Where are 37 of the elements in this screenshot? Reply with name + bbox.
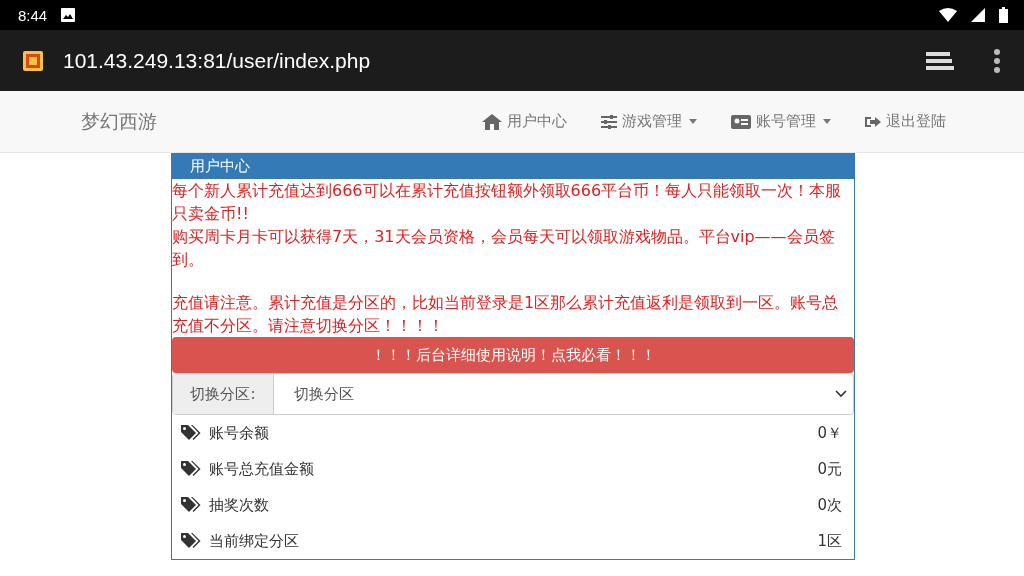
nav-label: 账号管理 [756, 112, 816, 131]
wifi-icon [939, 8, 957, 22]
notice-text: 购买周卡月卡可以获得7天，31天会员资格，会员每天可以领取游戏物品。平台vip——会员签到。 [172, 226, 836, 271]
brand[interactable]: 梦幻西游 [81, 108, 157, 135]
tags-icon [181, 497, 201, 513]
image-icon [61, 8, 76, 22]
stat-label: 抽奖次数 [209, 495, 269, 515]
notice-text: 每个新人累计充值达到666可以在累计充值按钮额外领取666平台币！每人只能领取一次！本服只卖金币!! [172, 180, 843, 225]
tags-icon [181, 533, 201, 549]
nav-label: 退出登陆 [886, 112, 946, 131]
battery-icon [999, 7, 1008, 23]
sliders-icon [601, 114, 617, 129]
site-icon [23, 50, 43, 71]
nav-label: 用户中心 [507, 112, 567, 131]
nav-label: 游戏管理 [622, 112, 682, 131]
tags-icon [181, 461, 201, 477]
id-card-icon [731, 114, 751, 129]
guide-button[interactable]: ！！！后台详细使用说明！点我必看！！！ [172, 337, 854, 373]
stat-value: 0次 [817, 495, 842, 515]
clock: 8:44 [18, 6, 48, 24]
notice-text: 充值请注意。累计充值是分区的，比如当前登录是1区那么累计充值返利是领取到一区。账号总充值不分区。请注意切换分区！！！！ [172, 292, 840, 337]
home-icon [482, 113, 502, 130]
stat-label: 账号总充值金额 [209, 459, 314, 479]
stat-value: 0￥ [817, 423, 842, 443]
more-icon[interactable] [994, 48, 1000, 73]
logout-icon [865, 114, 881, 129]
stat-label: 当前绑定分区 [209, 531, 299, 551]
signal-icon [971, 8, 985, 22]
stat-value: 1区 [817, 531, 842, 551]
caret-icon [823, 119, 831, 124]
stat-value: 0元 [817, 459, 842, 479]
panel-title: 用户中心 [189, 156, 251, 177]
tags-icon [181, 425, 201, 441]
url-text[interactable]: 101.43.249.13:81/user/index.php [63, 48, 371, 73]
caret-icon [689, 119, 697, 124]
stat-label: 账号余额 [209, 423, 269, 443]
tabs-icon[interactable] [926, 49, 954, 72]
